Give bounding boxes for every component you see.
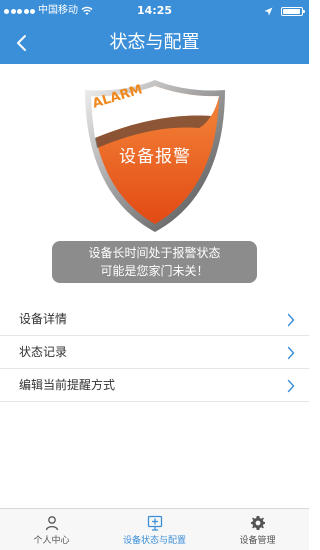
menu-item-edit-reminder[interactable]: 编辑当前提醒方式 <box>0 369 309 402</box>
alarm-shield: ALARM 设备报警 <box>83 78 227 234</box>
tab-device-management[interactable]: 设备管理 <box>206 509 309 550</box>
chevron-right-icon <box>287 346 295 360</box>
status-right <box>264 0 305 22</box>
menu-item-status-record[interactable]: 状态记录 <box>0 336 309 369</box>
tab-bar: 个人中心 设备状态与配置 设备管理 <box>0 508 309 550</box>
menu-item-label: 状态记录 <box>19 345 68 359</box>
menu-item-label: 设备详情 <box>19 312 68 326</box>
tab-label: 设备管理 <box>239 536 276 546</box>
nav-bar: 状态与配置 <box>0 22 309 64</box>
tab-label: 设备状态与配置 <box>122 536 186 546</box>
device-status-icon <box>147 515 162 531</box>
menu-item-device-details[interactable]: 设备详情 <box>0 303 309 336</box>
gear-icon <box>250 516 265 530</box>
chevron-right-icon <box>287 313 295 327</box>
tab-personal-center[interactable]: 个人中心 <box>0 509 103 550</box>
battery-icon <box>281 6 305 16</box>
alarm-message-line2: 可能是您家门未关！ <box>100 264 209 278</box>
person-icon <box>45 516 58 531</box>
chevron-right-icon <box>287 379 295 393</box>
header: 中国移动 14:25 状态与配置 <box>0 0 309 64</box>
tab-device-status[interactable]: 设备状态与配置 <box>103 509 206 550</box>
alarm-message: 设备长时间处于报警状态 可能是您家门未关！ <box>52 241 257 283</box>
shield-label: 设备报警 <box>119 147 191 167</box>
location-arrow-icon <box>264 7 273 15</box>
alarm-message-line1: 设备长时间处于报警状态 <box>88 246 221 260</box>
page-title: 状态与配置 <box>109 32 200 53</box>
status-bar: 中国移动 14:25 <box>0 0 309 22</box>
tab-label: 个人中心 <box>33 536 70 546</box>
menu-list: 设备详情 状态记录 编辑当前提醒方式 <box>0 303 309 402</box>
menu-item-label: 编辑当前提醒方式 <box>19 378 116 392</box>
status-time: 14:25 <box>136 4 172 17</box>
